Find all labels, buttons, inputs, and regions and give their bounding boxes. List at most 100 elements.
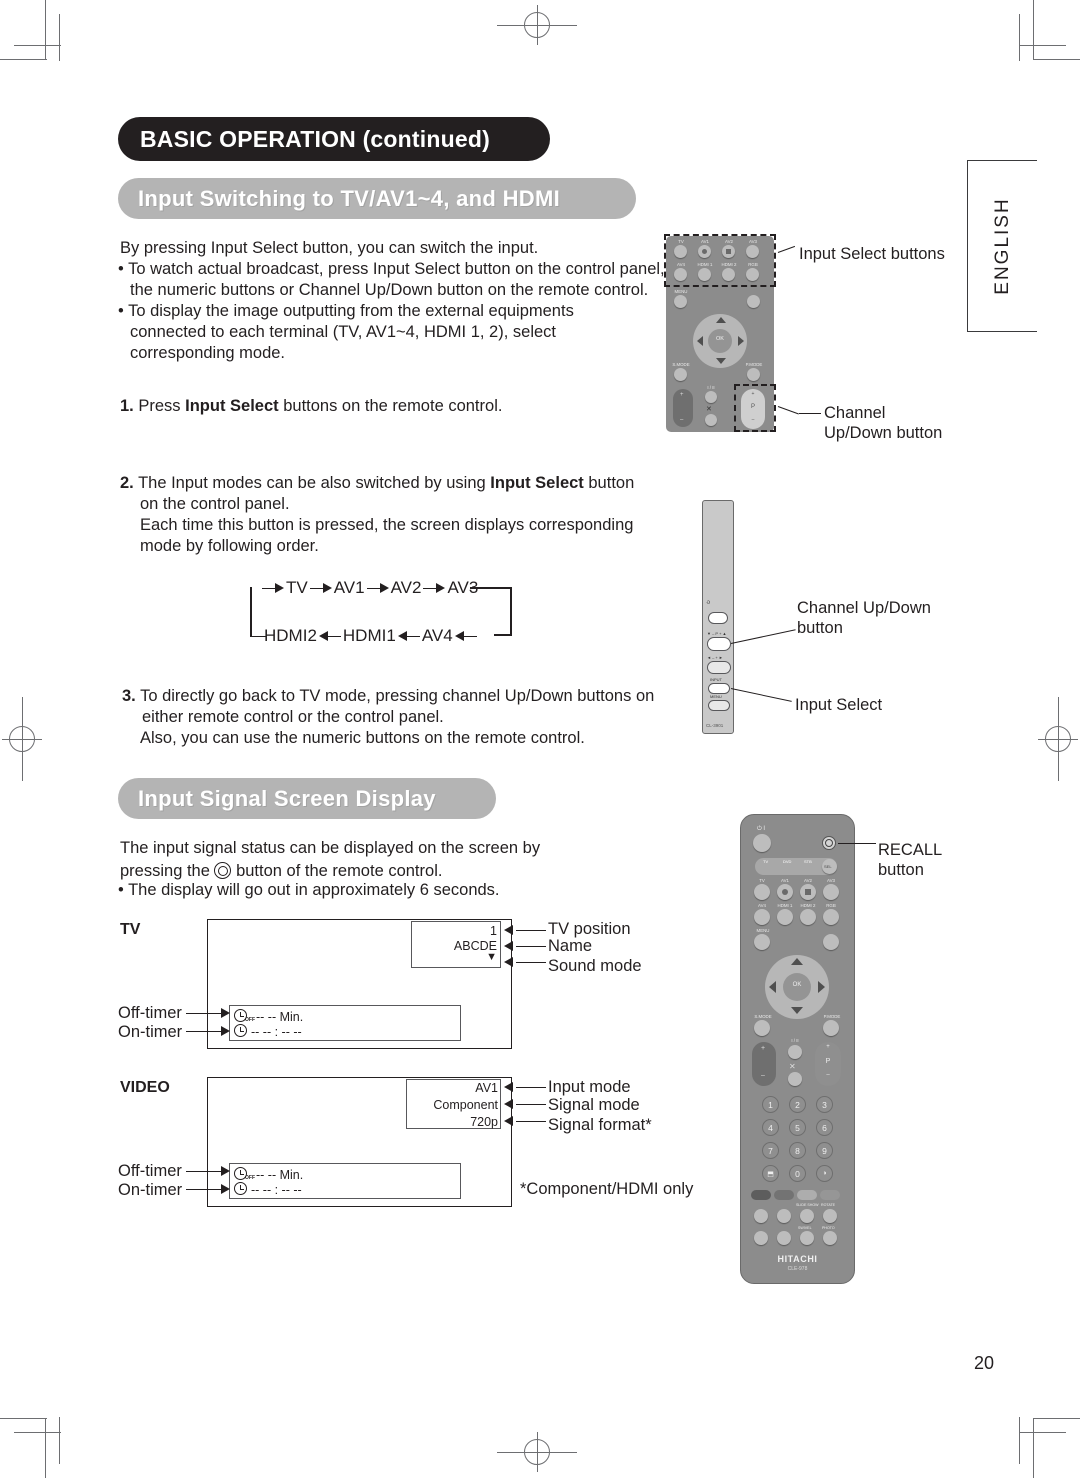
panel-input-select-button[interactable] bbox=[708, 683, 730, 694]
remote-large-model: CLE-978 bbox=[787, 1266, 808, 1272]
remote-large-button-swivel[interactable] bbox=[800, 1231, 814, 1245]
panel-power-button[interactable] bbox=[708, 612, 728, 624]
remote-large-color-button-2[interactable] bbox=[774, 1190, 794, 1200]
panel-menu-label: MENU bbox=[710, 694, 722, 699]
osd-video-on-timer-callout: On-timer bbox=[118, 1181, 183, 1199]
step-2-line-4: mode by following order. bbox=[140, 537, 319, 555]
remote-large-key-wide[interactable]: ⬒ bbox=[762, 1165, 779, 1182]
remote-large-button-subtitle[interactable] bbox=[777, 1209, 791, 1223]
remote-large-channel-letter: P bbox=[825, 1058, 831, 1065]
remote-top-button-smode[interactable] bbox=[674, 368, 687, 381]
remote-large-color-button-1[interactable] bbox=[751, 1190, 771, 1200]
intro-bullet-1-line-2: the numeric buttons or Channel Up/Down b… bbox=[130, 281, 649, 299]
panel-menu-button[interactable] bbox=[708, 700, 730, 711]
remote-large-dpad-down-icon[interactable] bbox=[791, 1007, 803, 1014]
remote-large-button-io[interactable] bbox=[788, 1045, 802, 1059]
channel-updown-leader bbox=[777, 406, 799, 415]
remote-large-channel-plus: + bbox=[826, 1044, 830, 1050]
osd-tv-sound-arrow bbox=[504, 957, 513, 967]
remote-large-color-button-4[interactable] bbox=[820, 1190, 840, 1200]
remote-large-key-3[interactable]: 3 bbox=[816, 1096, 833, 1113]
remote-top-button-menu[interactable] bbox=[674, 295, 687, 308]
flow-node-tv: TV bbox=[286, 578, 308, 597]
remote-top-channel-letter: P bbox=[750, 404, 755, 410]
remote-large-button-av4[interactable] bbox=[754, 909, 770, 925]
remote-large-button-rgb[interactable] bbox=[823, 909, 839, 925]
osd-tv-name-callout: Name bbox=[548, 937, 593, 955]
remote-large-label-av3: AV3 bbox=[827, 878, 835, 883]
remote-large-button-smode[interactable] bbox=[754, 1020, 770, 1036]
remote-large-dpad-left-icon[interactable] bbox=[769, 981, 776, 993]
remote-large-button-av3[interactable] bbox=[823, 884, 839, 900]
remote-large-volume-minus: – bbox=[761, 1072, 765, 1079]
osd-video-signal-mode-value: Component bbox=[433, 1098, 498, 1112]
remote-large-button-teletext[interactable] bbox=[754, 1209, 768, 1223]
remote-top-button-rgb[interactable] bbox=[746, 268, 759, 281]
remote-large-key-0[interactable]: 0 bbox=[789, 1165, 806, 1182]
remote-top-dpad-right-icon[interactable] bbox=[738, 336, 744, 346]
remote-large-color-button-3[interactable] bbox=[797, 1190, 817, 1200]
flow-wire-right-v bbox=[510, 587, 512, 635]
remote-top-button-hdmi1[interactable] bbox=[698, 268, 711, 281]
remote-large-channel-minus: – bbox=[826, 1072, 830, 1078]
remote-large-button-mute[interactable] bbox=[788, 1072, 802, 1086]
remote-large-button-rotate[interactable] bbox=[823, 1209, 837, 1223]
input-select-buttons-callout: Input Select buttons bbox=[799, 245, 945, 263]
remote-large-button-index[interactable] bbox=[754, 1231, 768, 1245]
remote-top-button-mute[interactable] bbox=[705, 414, 717, 426]
remote-large-power-button[interactable] bbox=[753, 834, 771, 852]
flow-node-hdmi2: HDMI2 bbox=[264, 626, 317, 645]
panel-channel-callout-line-2: button bbox=[797, 619, 843, 637]
step-3: 3. To directly go back to TV mode, press… bbox=[122, 686, 654, 707]
remote-large-button-return[interactable] bbox=[823, 934, 839, 950]
remote-large-key-1[interactable]: 1 bbox=[762, 1096, 779, 1113]
remote-large-button-hdmi1[interactable] bbox=[777, 909, 793, 925]
remote-large-button-slideshow[interactable] bbox=[800, 1209, 814, 1223]
remote-top-dpad-left-icon[interactable] bbox=[697, 336, 703, 346]
remote-large-key-9[interactable]: 9 bbox=[816, 1142, 833, 1159]
remote-large-brand: HITACHI bbox=[777, 1254, 818, 1264]
remote-top-dpad-up-icon[interactable] bbox=[716, 317, 726, 323]
remote-large-label-swivel: SWIVEL bbox=[798, 1226, 812, 1230]
remote-top-button-av3[interactable] bbox=[746, 245, 759, 258]
step-1: 1. Press Input Select buttons on the rem… bbox=[120, 396, 502, 417]
language-tab: ENGLISH bbox=[967, 160, 1037, 332]
remote-top-button-return[interactable] bbox=[747, 295, 760, 308]
remote-large-button-hdmi2[interactable] bbox=[800, 909, 816, 925]
remote-large-button-photo[interactable] bbox=[823, 1231, 837, 1245]
remote-large-button-tv[interactable] bbox=[754, 884, 770, 900]
remote-top-channel-minus: – bbox=[751, 417, 755, 423]
osd-video-input-mode-value: AV1 bbox=[475, 1081, 498, 1095]
remote-top-button-pmode[interactable] bbox=[747, 368, 760, 381]
remote-large-key-6[interactable]: 6 bbox=[816, 1119, 833, 1136]
osd-video-off-timer-value: -- -- Min. bbox=[256, 1168, 304, 1182]
step-3-line-3: Also, you can use the numeric buttons on… bbox=[140, 729, 585, 747]
remote-large-key-4[interactable]: 4 bbox=[762, 1119, 779, 1136]
panel-channel-button[interactable] bbox=[707, 637, 731, 651]
remote-top-button-hdmi2[interactable] bbox=[722, 268, 735, 281]
remote-large-volume-plus: + bbox=[761, 1045, 766, 1052]
remote-large-button-hold[interactable] bbox=[777, 1231, 791, 1245]
remote-large-button-menu[interactable] bbox=[754, 934, 770, 950]
osd-tv-on-timer-value: -- -- : -- -- bbox=[251, 1025, 302, 1039]
remote-large-button-pmode[interactable] bbox=[823, 1020, 839, 1036]
intro-bullet-2-line-1: • To display the image outputting from t… bbox=[118, 302, 574, 320]
flow-arrow-av4-hdmi1 bbox=[397, 631, 420, 641]
remote-top-dpad-down-icon[interactable] bbox=[716, 358, 726, 364]
remote-large-key-7[interactable]: 7 bbox=[762, 1142, 779, 1159]
remote-large-key-5[interactable]: 5 bbox=[789, 1119, 806, 1136]
remote-large-key-contrast[interactable]: ◑ bbox=[816, 1165, 833, 1182]
remote-large-dpad-up-icon[interactable] bbox=[791, 958, 803, 965]
remote-top-button-io[interactable] bbox=[705, 391, 717, 403]
remote-top-button-av4[interactable] bbox=[674, 268, 687, 281]
remote-large-ok-label: OK bbox=[792, 982, 802, 988]
remote-large-recall-inner-icon bbox=[825, 839, 833, 847]
osd-tv-sound-callout: Sound mode bbox=[548, 957, 642, 975]
remote-large-key-8[interactable]: 8 bbox=[789, 1142, 806, 1159]
remote-large-dpad-right-icon[interactable] bbox=[818, 981, 825, 993]
remote-top-button-tv[interactable] bbox=[674, 245, 687, 258]
step-2-bold: Input Select bbox=[490, 474, 584, 492]
remote-large-key-2[interactable]: 2 bbox=[789, 1096, 806, 1113]
osd-tv-sound-leader bbox=[516, 962, 546, 964]
panel-volume-button[interactable] bbox=[707, 661, 731, 674]
